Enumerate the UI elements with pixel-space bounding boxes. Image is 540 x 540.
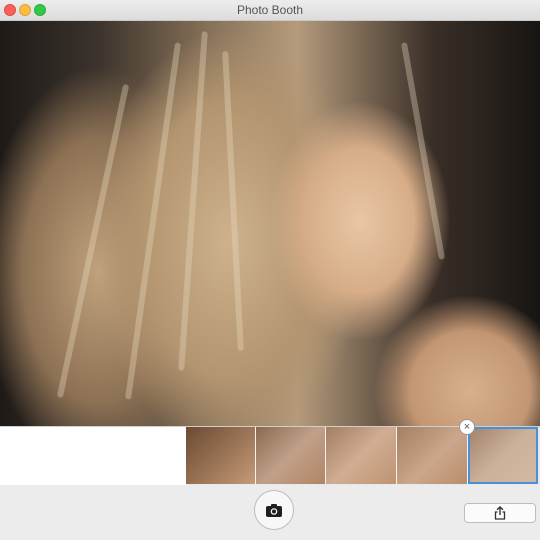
- share-icon: [494, 506, 506, 520]
- camera-preview: [0, 21, 540, 426]
- photo-thumbnail[interactable]: [397, 427, 468, 484]
- camera-icon: [266, 503, 282, 517]
- share-button[interactable]: [464, 503, 536, 523]
- photo-thumbnail[interactable]: [326, 427, 397, 484]
- delete-photo-button[interactable]: ×: [459, 419, 475, 435]
- photo-strip: [0, 426, 540, 486]
- photo-strip-empty-area: [0, 427, 186, 485]
- photo-thumbnail-selected[interactable]: [468, 427, 538, 484]
- close-icon: ×: [463, 420, 471, 433]
- photo-thumbnail[interactable]: [186, 427, 256, 484]
- title-bar: Photo Booth: [0, 0, 540, 21]
- photo-thumbnail[interactable]: [256, 427, 326, 484]
- window-title: Photo Booth: [236, 3, 304, 17]
- take-photo-button[interactable]: [254, 490, 294, 530]
